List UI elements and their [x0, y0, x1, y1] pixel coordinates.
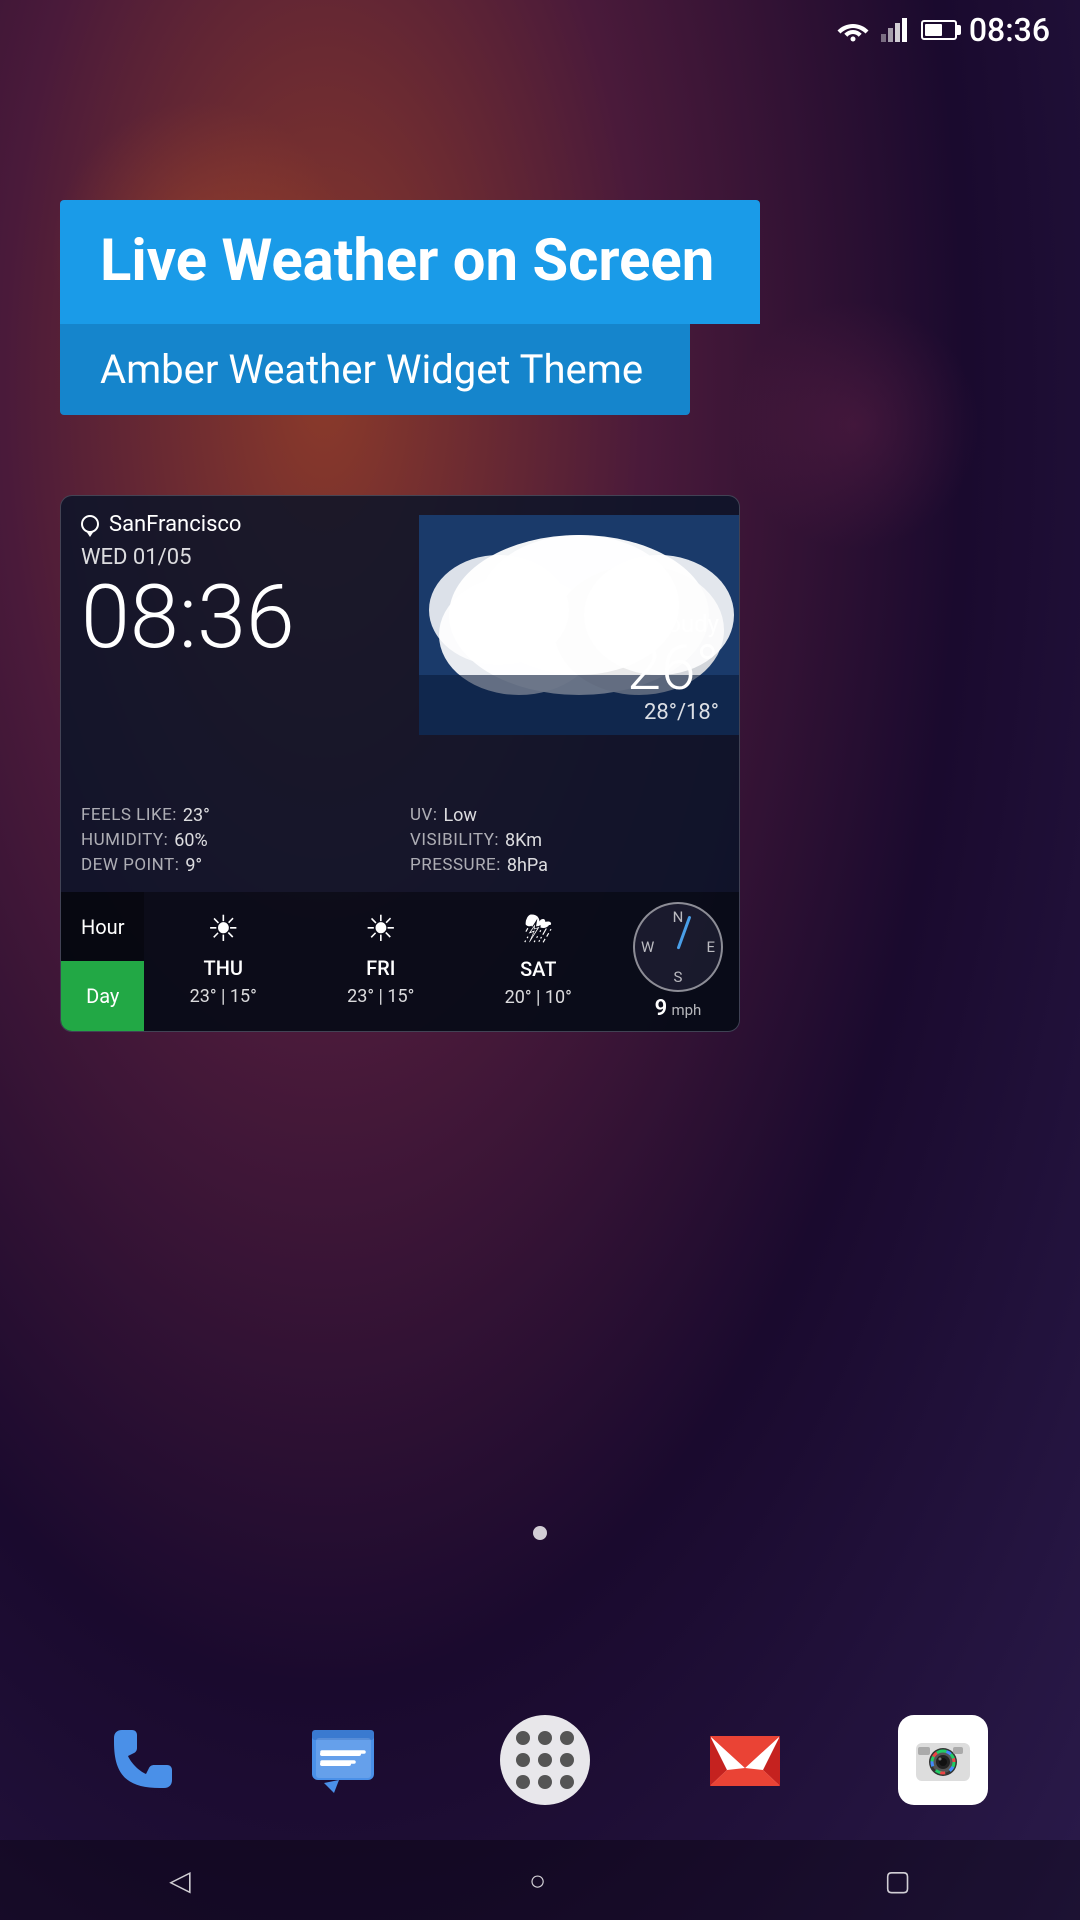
- compass-circle: N S E W: [633, 902, 723, 992]
- wifi-icon: [837, 18, 869, 42]
- nav-back-button[interactable]: ◁: [169, 1864, 191, 1897]
- nav-bar: ◁ ○ ▢: [0, 1840, 1080, 1920]
- compass-west: W: [641, 938, 654, 956]
- wind-info: 9 mph: [655, 996, 702, 1021]
- gmail-icon[interactable]: [694, 1710, 794, 1810]
- widget-clock: 08:36: [81, 574, 719, 662]
- promo-banner[interactable]: Live Weather on Screen Amber Weather Wid…: [60, 200, 760, 415]
- promo-title: Live Weather on Screen: [100, 230, 720, 294]
- widget-location: SanFrancisco: [109, 512, 241, 537]
- uv-stat: UV: Low: [410, 805, 719, 826]
- camera-icon[interactable]: [898, 1715, 988, 1805]
- forecast-temps-2: 20° | 10°: [505, 987, 572, 1008]
- forecast-day-2: ⛈ SAT 20° | 10°: [495, 892, 582, 1031]
- forecast-icon-1: ☀: [365, 908, 397, 950]
- status-bar: 08:36: [0, 0, 1080, 60]
- forecast-temps-1: 23° | 15°: [347, 986, 414, 1007]
- visibility-value: 8Km: [505, 830, 542, 851]
- page-dot: [533, 1526, 547, 1540]
- feels-like-stat: FEELS LIKE: 23°: [81, 805, 390, 826]
- promo-title-box: Live Weather on Screen: [60, 200, 760, 324]
- nav-recents-button[interactable]: ▢: [884, 1864, 910, 1897]
- page-indicator: [533, 1526, 547, 1540]
- dew-point-label: DEW POINT:: [81, 855, 179, 876]
- visibility-stat: VISIBILITY: 8Km: [410, 830, 719, 851]
- compass-south: S: [674, 968, 683, 986]
- forecast-temps-0: 23° | 15°: [190, 986, 257, 1007]
- forecast-day-name-1: FRI: [366, 956, 395, 980]
- nav-home-button[interactable]: ○: [529, 1864, 546, 1897]
- dew-point-value: 9°: [185, 855, 202, 876]
- widget-left: WED 01/05 08:36: [81, 545, 719, 793]
- widget-forecast: Hour Day ☀ THU 23° | 15° ☀ FRI 23° | 15°…: [61, 892, 739, 1031]
- location-icon: [81, 515, 99, 533]
- humidity-label: HUMIDITY:: [81, 830, 168, 851]
- feels-like-label: FEELS LIKE:: [81, 805, 177, 826]
- promo-subtitle-box: Amber Weather Widget Theme: [60, 324, 690, 415]
- main-content: Live Weather on Screen Amber Weather Wid…: [0, 60, 1080, 1920]
- status-icons: 08:36: [837, 11, 1050, 49]
- wind-unit: mph: [671, 1001, 701, 1019]
- compass-east: E: [706, 938, 715, 956]
- tab-day[interactable]: Day: [61, 961, 144, 1031]
- wind-speed: 9: [655, 996, 668, 1021]
- forecast-day-0: ☀ THU 23° | 15°: [180, 892, 267, 1031]
- signal-icon: [881, 18, 909, 42]
- uv-value: Low: [443, 805, 477, 826]
- pressure-label: PRESSURE:: [410, 855, 501, 876]
- apps-grid: [506, 1721, 584, 1799]
- weather-widget[interactable]: SanFrancisco WED 01/05 08:36: [60, 495, 740, 1032]
- forecast-day-name-0: THU: [204, 956, 243, 980]
- forecast-tabs: Hour Day: [61, 892, 144, 1031]
- visibility-label: VISIBILITY:: [410, 830, 499, 851]
- forecast-days: ☀ THU 23° | 15° ☀ FRI 23° | 15° ⛈ SAT 20…: [144, 892, 617, 1031]
- uv-label: UV:: [410, 805, 437, 826]
- wind-compass: N S E W 9 mph: [617, 892, 739, 1031]
- compass-north: N: [673, 908, 684, 926]
- apps-icon[interactable]: [500, 1715, 590, 1805]
- feels-like-value: 23°: [183, 805, 210, 826]
- pressure-value: 8hPa: [507, 855, 548, 876]
- forecast-icon-2: ⛈: [524, 908, 553, 951]
- phone-icon[interactable]: [92, 1710, 192, 1810]
- battery-icon: [921, 20, 957, 40]
- widget-stats: FEELS LIKE: 23° UV: Low HUMIDITY: 60% VI…: [61, 805, 739, 892]
- humidity-stat: HUMIDITY: 60%: [81, 830, 390, 851]
- humidity-value: 60%: [174, 830, 207, 851]
- dock: [0, 1680, 1080, 1840]
- messages-icon[interactable]: [296, 1710, 396, 1810]
- forecast-day-name-2: SAT: [520, 957, 556, 981]
- tab-hour[interactable]: Hour: [61, 892, 144, 962]
- forecast-day-1: ☀ FRI 23° | 15°: [337, 892, 424, 1031]
- dew-point-stat: DEW POINT: 9°: [81, 855, 390, 876]
- promo-subtitle: Amber Weather Widget Theme: [100, 346, 650, 393]
- widget-main: WED 01/05 08:36: [61, 545, 739, 805]
- status-time: 08:36: [969, 11, 1050, 49]
- forecast-icon-0: ☀: [207, 908, 239, 950]
- pressure-stat: PRESSURE: 8hPa: [410, 855, 719, 876]
